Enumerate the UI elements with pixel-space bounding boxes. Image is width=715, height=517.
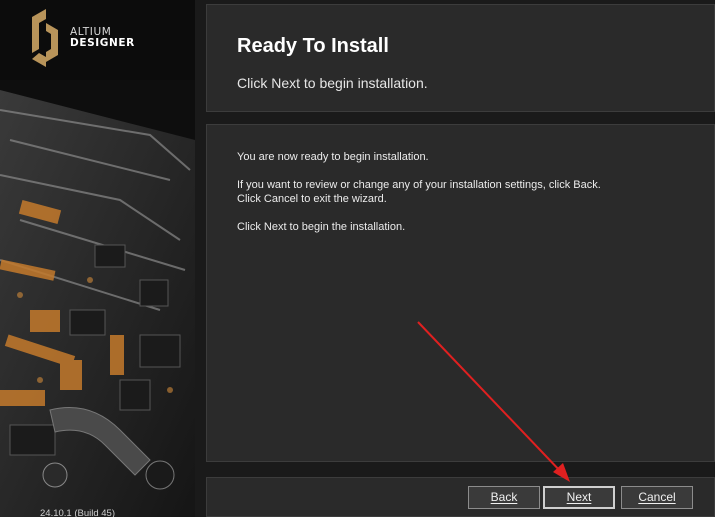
installer-side-panel: ALTIUM DESIGNER 24.10.1 (Build 45) [0,0,195,517]
circuit-board-artwork [0,80,195,517]
cancel-instruction: Click Cancel to exit the wizard. [237,193,387,205]
instructions-text: You are now ready to begin installation.… [237,150,601,234]
next-button[interactable]: Next [543,486,615,509]
back-button[interactable]: Back [468,486,540,509]
header-panel: Ready To Install Click Next to begin ins… [206,4,715,112]
ready-message: You are now ready to begin installation. [237,151,429,163]
altium-logo-mark-icon [32,9,58,67]
page-title: Ready To Install [237,35,389,57]
altium-logo: ALTIUM DESIGNER [26,9,166,69]
next-instruction: Click Next to begin the installation. [237,221,406,233]
logo-text-designer: DESIGNER [70,37,135,49]
version-label: 24.10.1 (Build 45) [40,508,115,517]
button-bar: Back Next Cancel [206,477,715,517]
cancel-button[interactable]: Cancel [621,486,693,509]
page-subtitle: Click Next to begin installation. [237,75,428,91]
back-instruction: If you want to review or change any of y… [237,179,601,191]
content-panel: You are now ready to begin installation.… [206,124,715,462]
